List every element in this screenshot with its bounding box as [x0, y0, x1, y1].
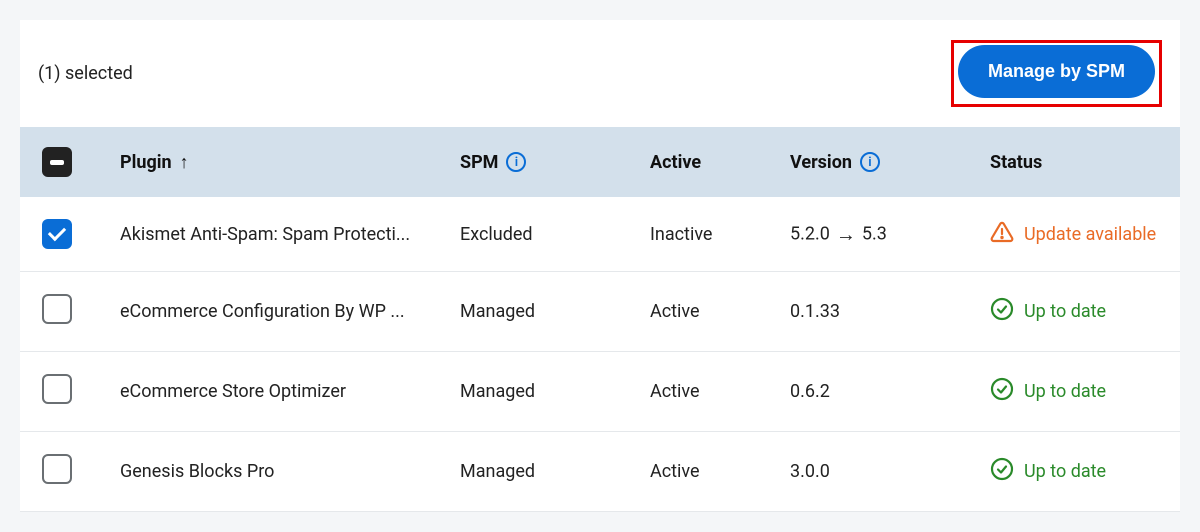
row-checkbox[interactable] [42, 219, 72, 249]
spm-value: Managed [450, 272, 640, 352]
table-row: Akismet Anti-Spam: Spam Protecti...Exclu… [20, 197, 1180, 272]
active-value: Active [640, 352, 780, 432]
table-body: Akismet Anti-Spam: Spam Protecti...Exclu… [20, 197, 1180, 512]
header-plugin-label: Plugin [120, 152, 172, 173]
row-checkbox-cell [20, 197, 110, 272]
version-to: 5.3 [862, 223, 887, 244]
status-cell: Up to date [980, 352, 1180, 432]
version-from: 3.0.0 [790, 461, 830, 482]
header-active: Active [640, 127, 780, 197]
info-icon[interactable]: i [860, 152, 880, 172]
status-label: Update available [1024, 224, 1156, 245]
version-value: 0.6.2 [780, 352, 980, 432]
version-from: 5.2.0 [790, 223, 830, 244]
status-label: Up to date [1024, 381, 1106, 402]
table-row: eCommerce Store OptimizerManagedActive 0.… [20, 352, 1180, 432]
table-row: Genesis Blocks ProManagedActive 3.0.0 Up t… [20, 432, 1180, 512]
sort-asc-icon: ↑ [180, 152, 189, 173]
header-spm-label: SPM [460, 152, 498, 173]
row-checkbox-cell [20, 352, 110, 432]
spm-value: Excluded [450, 197, 640, 272]
spm-value: Managed [450, 352, 640, 432]
plugin-name: Akismet Anti-Spam: Spam Protecti... [110, 197, 450, 272]
info-icon[interactable]: i [506, 152, 526, 172]
row-checkbox[interactable] [42, 454, 72, 484]
version-value: 5.2.0 → 5.3 [780, 197, 980, 272]
selection-count: (1) selected [38, 63, 133, 84]
status-label: Up to date [1024, 301, 1106, 322]
manage-by-spm-button[interactable]: Manage by SPM [958, 45, 1155, 98]
header-status: Status [980, 127, 1180, 197]
check-circle-icon [990, 297, 1014, 326]
header-version-label: Version [790, 152, 852, 173]
row-checkbox[interactable] [42, 374, 72, 404]
row-checkbox-cell [20, 272, 110, 352]
status-cell: Up to date [980, 272, 1180, 352]
header-active-label: Active [650, 152, 701, 173]
table-header-row: Plugin ↑ SPM i Active Version i [20, 127, 1180, 197]
arrow-right-icon: → [836, 222, 856, 247]
row-checkbox-cell [20, 432, 110, 512]
manage-button-highlight: Manage by SPM [951, 40, 1162, 107]
active-value: Inactive [640, 197, 780, 272]
spm-value: Managed [450, 432, 640, 512]
panel-header: (1) selected Manage by SPM [20, 20, 1180, 127]
plugins-table: Plugin ↑ SPM i Active Version i [20, 127, 1180, 512]
header-plugin[interactable]: Plugin ↑ [110, 127, 450, 197]
version-from: 0.1.33 [790, 301, 840, 322]
header-checkbox-cell [20, 127, 110, 197]
check-circle-icon [990, 457, 1014, 486]
plugin-name: Genesis Blocks Pro [110, 432, 450, 512]
select-all-checkbox[interactable] [42, 147, 72, 177]
table-row: eCommerce Configuration By WP ...Managed… [20, 272, 1180, 352]
status-label: Up to date [1024, 461, 1106, 482]
active-value: Active [640, 272, 780, 352]
header-version: Version i [780, 127, 980, 197]
active-value: Active [640, 432, 780, 512]
warning-icon [990, 220, 1014, 249]
check-circle-icon [990, 377, 1014, 406]
header-spm: SPM i [450, 127, 640, 197]
plugins-panel: (1) selected Manage by SPM Plugin ↑ SPM [20, 20, 1180, 512]
check-icon [48, 223, 66, 241]
version-from: 0.6.2 [790, 381, 830, 402]
row-checkbox[interactable] [42, 294, 72, 324]
status-cell: Up to date [980, 432, 1180, 512]
status-cell: Update available [980, 197, 1180, 272]
plugin-name: eCommerce Configuration By WP ... [110, 272, 450, 352]
version-value: 0.1.33 [780, 272, 980, 352]
plugin-name: eCommerce Store Optimizer [110, 352, 450, 432]
header-status-label: Status [990, 152, 1042, 173]
version-value: 3.0.0 [780, 432, 980, 512]
